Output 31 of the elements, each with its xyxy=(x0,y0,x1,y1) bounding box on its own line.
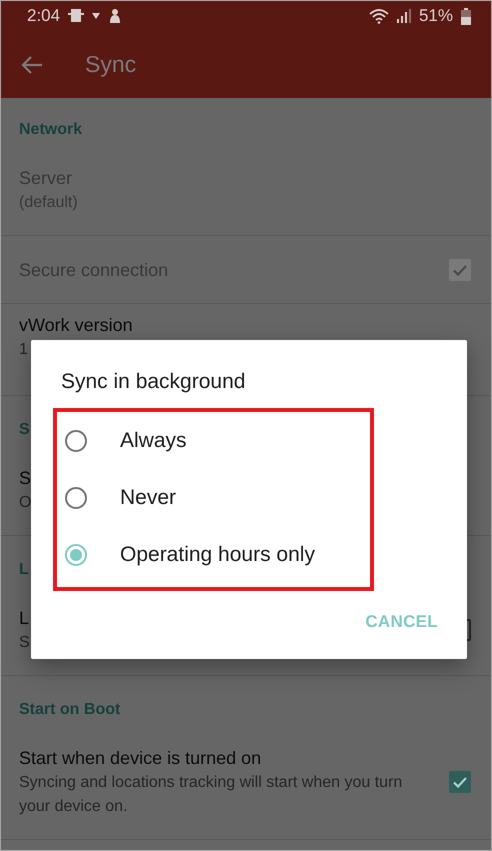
battery-percent: 51% xyxy=(418,6,453,26)
figure-icon xyxy=(108,8,122,24)
radio-option[interactable]: Operating hours only xyxy=(57,526,370,583)
battery-icon xyxy=(461,8,471,24)
setting-title[interactable]: S xyxy=(19,465,32,491)
caret-icon xyxy=(92,13,100,19)
tablet-icon xyxy=(68,8,84,24)
radio-option[interactable]: Never xyxy=(57,469,370,526)
setting-title[interactable]: L xyxy=(19,605,30,631)
setting-summary: 1 xyxy=(19,340,28,360)
screen-title: Sync xyxy=(85,51,136,78)
radio-option[interactable]: Always xyxy=(57,412,370,469)
radio-icon[interactable] xyxy=(65,544,87,566)
setting-summary: S xyxy=(19,633,30,653)
back-arrow-icon[interactable] xyxy=(21,56,43,74)
section-header: Network xyxy=(19,121,82,138)
setting-summary: O xyxy=(19,493,32,513)
checkbox[interactable] xyxy=(449,771,471,793)
dialog-title: Sync in background xyxy=(61,369,246,395)
section-header: L xyxy=(19,561,29,578)
section-header: S xyxy=(19,421,30,438)
setting-summary: Syncing and locations tracking will start when you turn your device on. xyxy=(19,773,404,817)
status-time: 2:04 xyxy=(27,6,60,26)
radio-icon[interactable] xyxy=(65,430,87,452)
setting-title[interactable]: Start when device is turned on xyxy=(19,745,262,771)
section-header: Start on Boot xyxy=(19,701,120,718)
wifi-icon xyxy=(368,8,389,24)
signal-icon xyxy=(396,9,411,23)
radio-icon[interactable] xyxy=(65,486,87,508)
setting-title[interactable]: vWork version xyxy=(19,312,133,338)
cancel-button[interactable]: CANCEL xyxy=(357,604,446,640)
